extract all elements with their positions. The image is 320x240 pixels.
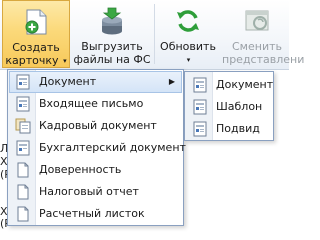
database-export-icon — [102, 7, 122, 35]
menu-item-tax-report[interactable]: Налоговый отчет — [9, 181, 182, 203]
document-icon — [193, 77, 207, 93]
menu-item-label: Входящее письмо — [39, 97, 144, 110]
menu-item-label: Документ — [39, 75, 97, 88]
create-card-button[interactable]: Создать карточку ▾ — [2, 0, 70, 68]
submenu-arrow-icon: ▶ — [168, 77, 175, 86]
export-files-label-1: Выгрузить — [81, 40, 143, 53]
submenu-item-document[interactable]: Документ — [186, 74, 274, 96]
document-icon — [16, 74, 30, 90]
blank-document-icon — [17, 206, 29, 222]
submenu-item-subtype[interactable]: Подвид — [186, 118, 272, 140]
copy-documents-icon — [15, 118, 31, 134]
menu-item-label: Бухгалтерский документ — [39, 141, 186, 154]
ribbon-separator — [154, 4, 155, 64]
export-files-button[interactable]: Выгрузить файлы на ФС — [72, 0, 152, 68]
menu-item-label: Кадровый документ — [39, 119, 157, 132]
submenu-item-label: Подвид — [216, 122, 260, 135]
change-view-label-1: Сменить — [232, 40, 282, 53]
menu-item-label: Расчетный листок — [39, 207, 145, 220]
new-document-icon — [25, 9, 47, 35]
menu-item-accounting-document[interactable]: Бухгалтерский документ — [9, 137, 186, 159]
change-view-label-2: представлени — [222, 53, 305, 66]
refresh-button[interactable]: Обновить ▾ — [158, 0, 218, 68]
ribbon-toolbar: Создать карточку ▾ Выгрузить файлы на ФС — [0, 0, 304, 70]
menu-item-label: Доверенность — [39, 163, 122, 176]
submenu-item-template[interactable]: Шаблон — [186, 96, 272, 118]
change-view-icon — [245, 10, 269, 31]
menu-item-hr-document[interactable]: Кадровый документ — [9, 115, 182, 137]
menu-item-label: Налоговый отчет — [39, 185, 139, 198]
submenu-item-label: Документ — [216, 78, 274, 91]
chevron-down-icon: ▾ — [186, 55, 191, 64]
document-icon — [16, 96, 30, 112]
document-icon — [193, 121, 207, 137]
change-view-button[interactable]: Сменить представлени — [222, 0, 304, 68]
document-icon — [16, 140, 30, 156]
refresh-label: Обновить — [160, 40, 216, 53]
menu-item-power-of-attorney[interactable]: Доверенность — [9, 159, 182, 181]
submenu-item-label: Шаблон — [216, 100, 263, 113]
document-icon — [193, 99, 207, 115]
blank-document-icon — [17, 184, 29, 200]
menu-item-incoming-letter[interactable]: Входящее письмо — [9, 93, 182, 115]
create-card-label-2: карточку — [5, 54, 59, 67]
document-submenu: Документ Шаблон Подвид — [184, 71, 274, 141]
create-card-label-1: Создать — [12, 41, 60, 54]
create-card-menu: Документ ▶ Входящее письмо Кадровый доку… — [7, 69, 186, 226]
menu-item-payslip[interactable]: Расчетный листок — [9, 203, 182, 225]
export-files-label-2: файлы на ФС — [73, 53, 151, 66]
chevron-down-icon: ▾ — [63, 56, 67, 65]
refresh-icon — [177, 10, 199, 32]
menu-item-document[interactable]: Документ ▶ — [9, 71, 182, 93]
blank-document-icon — [17, 162, 29, 178]
